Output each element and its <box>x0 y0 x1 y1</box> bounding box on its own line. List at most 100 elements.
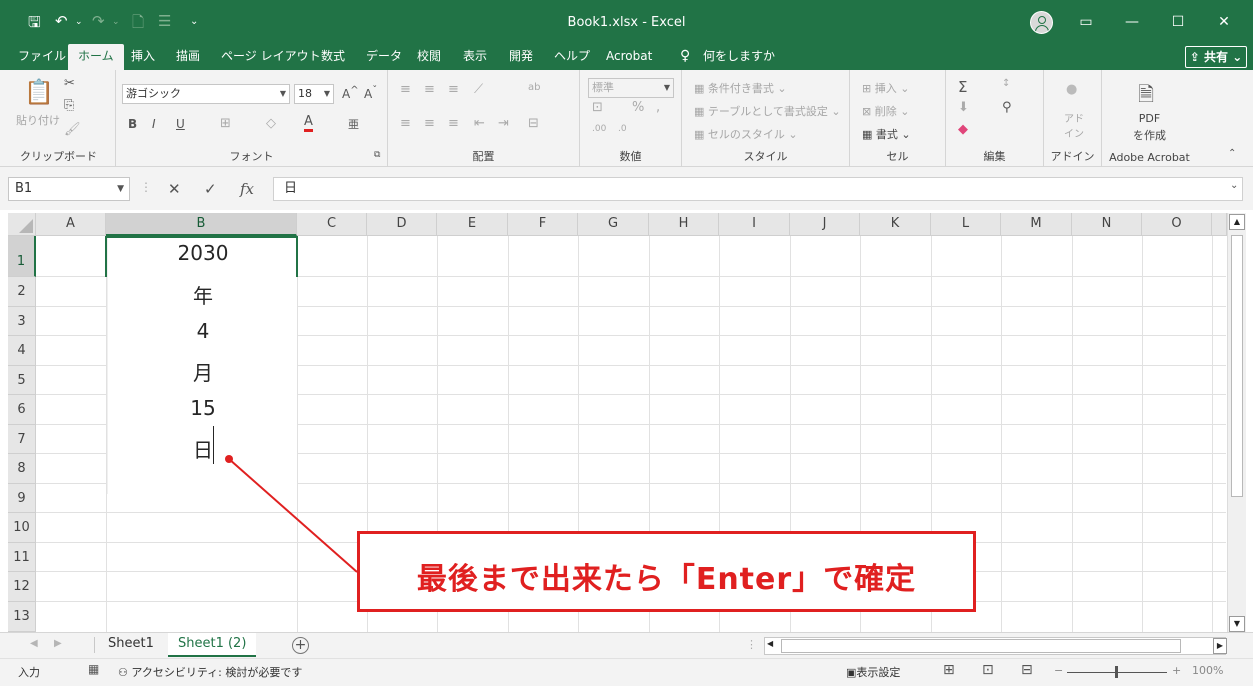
font-color-icon[interactable]: A <box>304 115 313 132</box>
tab-page-layout[interactable]: ページ レイアウト <box>221 44 321 70</box>
font-dialog-launcher-icon[interactable]: ⧉ <box>374 150 380 160</box>
delete-cells-button[interactable]: ⊠ 削除 ⌄ <box>862 103 909 119</box>
row-header-4[interactable]: 4 <box>8 336 36 366</box>
share-button[interactable]: ⇪ 共有 ⌄ <box>1185 46 1247 68</box>
accessibility-status[interactable]: ⚇ アクセシビリティ: 検討が必要です <box>118 664 302 680</box>
column-header-b[interactable]: B <box>106 213 297 236</box>
column-header-g[interactable]: G <box>578 213 649 236</box>
addins-button-label[interactable]: アド イン <box>1060 110 1088 140</box>
font-size-combo[interactable]: 18 ▼ <box>294 84 334 104</box>
find-select-icon[interactable]: ⚲ <box>1002 100 1012 115</box>
save-icon[interactable]: 🖫 <box>28 12 41 37</box>
font-name-combo[interactable]: 游ゴシック ▼ <box>122 84 290 104</box>
row-header-2[interactable]: 2 <box>8 277 36 307</box>
form-icon[interactable]: ☰ <box>158 12 171 30</box>
cancel-entry-icon[interactable]: ✕ <box>168 180 181 198</box>
vertical-scrollbar[interactable] <box>1227 213 1246 633</box>
increase-font-icon[interactable]: A^ <box>342 85 359 101</box>
row-header-8[interactable]: 8 <box>8 454 36 484</box>
prev-sheet-icon[interactable]: ◀ <box>30 638 38 649</box>
orientation-icon[interactable]: ⟋ <box>474 82 483 97</box>
page-break-view-icon[interactable]: ⊟ <box>1021 662 1033 678</box>
insert-function-icon[interactable]: fx <box>240 180 254 198</box>
number-format-combo[interactable]: 標準 ▼ <box>588 78 674 98</box>
accounting-format-icon[interactable]: ⊡ <box>592 100 603 115</box>
row-header-3[interactable]: 3 <box>8 307 36 336</box>
sheet-tab-1[interactable]: Sheet1 <box>98 633 164 657</box>
tab-formulas[interactable]: 数式 <box>321 44 345 70</box>
comma-icon[interactable]: , <box>656 100 660 115</box>
sheet-tab-2[interactable]: Sheet1 (2) <box>168 633 257 657</box>
zoom-slider-thumb[interactable] <box>1115 666 1118 678</box>
column-header-h[interactable]: H <box>649 213 719 236</box>
align-right-icon[interactable]: ≡ <box>448 116 459 131</box>
column-header-e[interactable]: E <box>437 213 508 236</box>
collapse-ribbon-icon[interactable]: ⌃ <box>1228 148 1236 159</box>
create-pdf-icon[interactable]: 🗎 <box>1138 80 1154 114</box>
fill-icon[interactable]: ⬇ <box>958 100 969 115</box>
close-icon[interactable]: ✕ <box>1204 10 1244 34</box>
ribbon-display-options-icon[interactable]: ▭ <box>1066 10 1106 34</box>
scroll-down-icon[interactable]: ▼ <box>1229 616 1245 632</box>
tab-draw[interactable]: 描画 <box>176 44 200 70</box>
row-header-11[interactable]: 11 <box>8 543 36 572</box>
expand-formula-bar-icon[interactable]: ⌄ <box>1230 180 1238 191</box>
bold-icon[interactable]: B <box>128 117 137 131</box>
decrease-decimal-icon[interactable]: .0 <box>618 124 627 134</box>
new-file-icon[interactable]: 🗋 <box>132 12 144 37</box>
name-box[interactable]: B1 ▼ <box>8 177 130 201</box>
autosum-icon[interactable]: Σ <box>958 78 967 96</box>
copy-icon[interactable]: ⎘ <box>64 98 74 113</box>
format-painter-icon[interactable]: 🖌 <box>64 122 81 137</box>
border-icon[interactable]: ⊞ <box>220 116 231 131</box>
tab-help[interactable]: ヘルプ <box>554 44 590 70</box>
create-pdf-line1[interactable]: PDF <box>1102 112 1197 125</box>
zoom-out-icon[interactable]: − <box>1054 664 1063 677</box>
phonetic-icon[interactable]: 亜 <box>348 116 359 132</box>
display-settings-button[interactable]: ▣表示設定 <box>846 664 900 680</box>
row-header-1[interactable]: 1 <box>8 236 36 277</box>
paste-button-label[interactable]: 貼り付け <box>16 112 60 128</box>
tab-data[interactable]: データ <box>366 44 402 70</box>
column-header-j[interactable]: J <box>790 213 860 236</box>
cut-icon[interactable]: ✂ <box>64 76 75 91</box>
fill-color-icon[interactable]: ◇ <box>266 116 276 131</box>
paste-icon[interactable]: 📋 <box>24 78 54 106</box>
scroll-left-icon[interactable]: ◀ <box>767 639 773 648</box>
tab-home[interactable]: ホーム <box>68 44 124 70</box>
decrease-indent-icon[interactable]: ⇤ <box>474 116 485 131</box>
next-sheet-icon[interactable]: ▶ <box>54 638 62 649</box>
conditional-formatting-button[interactable]: ▦ 条件付き書式 ⌄ <box>694 80 787 96</box>
column-header-m[interactable]: M <box>1001 213 1072 236</box>
select-all-button[interactable] <box>8 213 36 236</box>
row-header-10[interactable]: 10 <box>8 513 36 543</box>
clear-icon[interactable]: ◆ <box>958 122 968 137</box>
column-header-a[interactable]: A <box>36 213 106 236</box>
tab-file[interactable]: ファイル <box>18 44 66 70</box>
row-header-13[interactable]: 13 <box>8 602 36 632</box>
scroll-up-icon[interactable]: ▲ <box>1229 214 1245 230</box>
zoom-level[interactable]: 100% <box>1192 664 1223 677</box>
tab-split-grip-icon[interactable]: ⋮ <box>746 638 757 651</box>
row-header-5[interactable]: 5 <box>8 366 36 395</box>
horizontal-scroll-thumb[interactable] <box>781 639 1181 653</box>
sort-filter-icon[interactable]: ↕ <box>1002 78 1010 89</box>
tab-acrobat[interactable]: Acrobat <box>606 44 652 70</box>
column-header-o[interactable]: O <box>1142 213 1212 236</box>
tab-developer[interactable]: 開発 <box>509 44 533 70</box>
tab-insert[interactable]: 挿入 <box>131 44 155 70</box>
percent-icon[interactable]: % <box>632 100 644 115</box>
page-layout-view-icon[interactable]: ⊡ <box>982 662 994 678</box>
normal-view-icon[interactable]: ⊞ <box>943 662 955 678</box>
wrap-text-icon[interactable]: ab <box>528 82 540 93</box>
cell-styles-button[interactable]: ▦ セルのスタイル ⌄ <box>694 126 798 142</box>
increase-decimal-icon[interactable]: .00 <box>592 124 606 134</box>
scroll-right-icon[interactable]: ▶ <box>1213 638 1227 654</box>
align-left-icon[interactable]: ≡ <box>400 116 411 131</box>
vertical-scroll-thumb[interactable] <box>1231 235 1243 497</box>
row-header-7[interactable]: 7 <box>8 425 36 454</box>
minimize-icon[interactable]: — <box>1112 10 1152 34</box>
tab-view[interactable]: 表示 <box>463 44 487 70</box>
align-bottom-icon[interactable]: ≡ <box>448 82 459 97</box>
align-top-icon[interactable]: ≡ <box>400 82 411 97</box>
